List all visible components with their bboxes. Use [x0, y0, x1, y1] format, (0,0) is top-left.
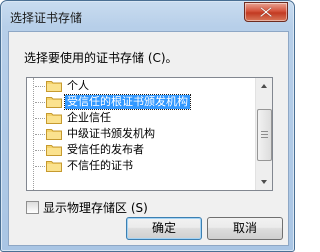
title-bar[interactable]: 选择证书存储	[1, 1, 294, 31]
show-physical-checkbox[interactable]	[26, 201, 39, 214]
folder-icon	[46, 145, 62, 156]
close-button[interactable]	[244, 2, 288, 22]
tree-item-label: 不信任的证书	[67, 159, 133, 172]
vertical-scrollbar[interactable]	[255, 78, 272, 190]
scroll-up-button[interactable]	[256, 78, 272, 94]
tree-item-trusted-publishers[interactable]: 受信任的发布者	[35, 142, 255, 158]
close-icon	[260, 7, 272, 17]
prompt-label: 选择要使用的证书存储 (C)。	[24, 51, 178, 65]
dialog-body: 选择要使用的证书存储 (C)。 个人 受信任的根证书颁发机构 企业信任 中级证书…	[8, 31, 289, 246]
tree-item-label-selected: 受信任的根证书颁发机构	[64, 94, 191, 110]
folder-icon	[46, 161, 62, 172]
cancel-button[interactable]: 取消	[207, 217, 283, 240]
tree-item-intermediate-ca[interactable]: 中级证书颁发机构	[35, 126, 255, 142]
arrow-up-icon	[261, 84, 267, 88]
ok-button[interactable]: 确定	[126, 217, 202, 240]
arrow-down-icon	[261, 180, 267, 184]
tree-item-label: 受信任的发布者	[67, 143, 144, 156]
store-tree[interactable]: 个人 受信任的根证书颁发机构 企业信任 中级证书颁发机构 受信任的发布者 不信任…	[26, 77, 273, 191]
dialog-window: 选择证书存储 选择要使用的证书存储 (C)。 个人 受信任的根证书颁发机构 企业…	[0, 0, 295, 252]
tree-item-label: 企业信任	[67, 111, 111, 124]
folder-icon	[46, 81, 62, 92]
folder-icon	[46, 113, 62, 124]
tree-item-trusted-root[interactable]: 受信任的根证书颁发机构	[35, 94, 255, 110]
scroll-thumb[interactable]	[257, 109, 272, 161]
tree-item-label: 中级证书颁发机构	[67, 127, 155, 140]
tree-item-enterprise-trust[interactable]: 企业信任	[35, 110, 255, 126]
show-physical-label: 显示物理存储区 (S)	[43, 201, 148, 215]
folder-icon	[46, 129, 62, 140]
folder-icon	[46, 97, 62, 108]
tree-item-untrusted-certs[interactable]: 不信任的证书	[35, 158, 255, 174]
tree-item-personal[interactable]: 个人	[35, 78, 255, 94]
scroll-down-button[interactable]	[256, 174, 272, 190]
window-title: 选择证书存储	[10, 11, 83, 25]
tree-item-label: 个人	[67, 79, 89, 92]
